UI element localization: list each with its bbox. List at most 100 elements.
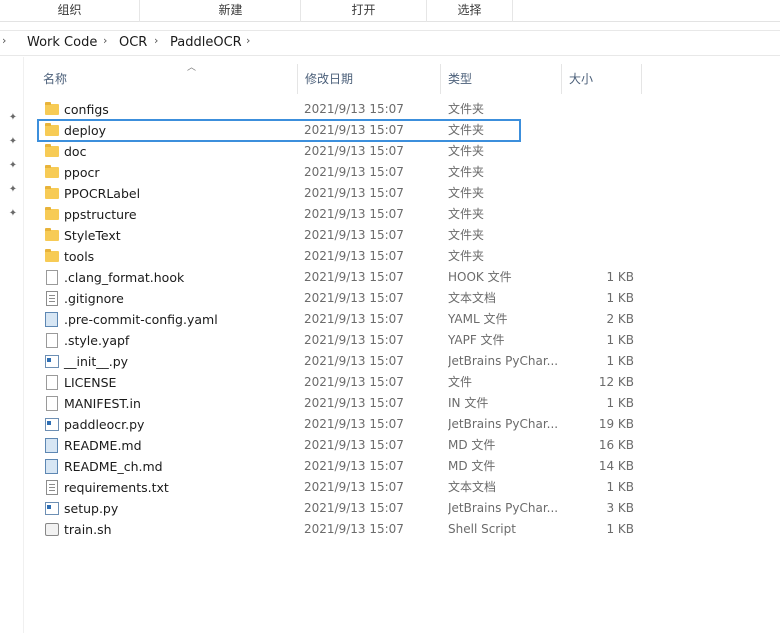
file-name: LICENSE: [64, 375, 117, 390]
file-name: StyleText: [64, 228, 121, 243]
file-size: 12 KB: [598, 375, 634, 389]
file-row[interactable]: setup.py 2021/9/13 15:07 JetBrains PyChar.…: [38, 498, 634, 519]
file-row[interactable]: train.sh 2021/9/13 15:07 Shell Script 1 KB: [38, 519, 634, 540]
file-type: 文件夹: [448, 165, 485, 179]
breadcrumb-item-work-code[interactable]: Work Code: [27, 35, 97, 50]
column-header-size[interactable]: 大小: [562, 64, 642, 94]
column-header-name[interactable]: 名称: [36, 64, 298, 94]
pin-icon[interactable]: ✦: [7, 136, 19, 148]
file-row[interactable]: requirements.txt 2021/9/13 15:07 文本文档 1 KB: [38, 477, 634, 498]
column-headers: ︿ 名称 修改日期 类型 大小: [25, 63, 780, 94]
file-modified-date: 2021/9/13 15:07: [304, 480, 404, 494]
file-row[interactable]: paddleocr.py 2021/9/13 15:07 JetBrains PyC…: [38, 414, 634, 435]
folder-icon: [45, 249, 59, 262]
folder-icon: [44, 144, 60, 159]
file-row[interactable]: LICENSE 2021/9/13 15:07 文件 12 KB: [38, 372, 634, 393]
yaml-file-icon: [45, 312, 58, 327]
file-row[interactable]: __init__.py 2021/9/13 15:07 JetBrains PyCh…: [38, 351, 634, 372]
file-row[interactable]: configs 2021/9/13 15:07 文件夹: [38, 99, 520, 120]
file-size: [558, 162, 634, 183]
file-size: 16 KB: [598, 438, 634, 452]
file-name: ppstructure: [64, 207, 137, 222]
file-modified-date: 2021/9/13 15:07: [304, 333, 404, 347]
file-name: ppocr: [64, 165, 100, 180]
breadcrumb[interactable]: › Work Code › OCR › PaddleOCR ›: [0, 30, 780, 56]
file-row[interactable]: doc 2021/9/13 15:07 文件夹: [38, 141, 520, 162]
file-row[interactable]: .clang_format.hook 2021/9/13 15:07 HOOK 文件…: [38, 267, 634, 288]
file-row[interactable]: ppocr 2021/9/13 15:07 文件夹: [38, 162, 520, 183]
file-row[interactable]: ppstructure 2021/9/13 15:07 文件夹: [38, 204, 520, 225]
file-type: 文件夹: [448, 207, 485, 221]
file-type: 文件夹: [448, 186, 485, 200]
file-icon: [44, 375, 60, 390]
file-row[interactable]: .pre-commit-config.yaml 2021/9/13 15:07 YA…: [38, 309, 634, 330]
pin-icon[interactable]: ✦: [7, 160, 19, 172]
file-modified-date: 2021/9/13 15:07: [304, 270, 404, 284]
file-type: YAPF 文件: [448, 333, 505, 347]
chevron-right-icon[interactable]: ›: [246, 34, 250, 47]
file-name: requirements.txt: [64, 480, 169, 495]
file-row[interactable]: MANIFEST.in 2021/9/13 15:07 IN 文件 1 KB: [38, 393, 634, 414]
file-type: 文件夹: [448, 102, 485, 116]
file-size: 1 KB: [606, 333, 634, 347]
file-row[interactable]: .style.yapf 2021/9/13 15:07 YAPF 文件 1 KB: [38, 330, 634, 351]
ribbon-group-organize[interactable]: 组织: [0, 0, 140, 22]
file-modified-date: 2021/9/13 15:07: [304, 207, 404, 221]
file-name: README.md: [64, 438, 142, 453]
pin-icon[interactable]: ✦: [7, 184, 19, 196]
folder-icon: [44, 165, 60, 180]
file-modified-date: 2021/9/13 15:07: [304, 354, 404, 368]
file-row[interactable]: PPOCRLabel 2021/9/13 15:07 文件夹: [38, 183, 520, 204]
python-file-icon: [44, 417, 60, 432]
chevron-right-icon[interactable]: ›: [103, 34, 107, 47]
chevron-right-icon[interactable]: ›: [2, 34, 6, 47]
python-file-icon: [44, 354, 60, 369]
file-row[interactable]: StyleText 2021/9/13 15:07 文件夹: [38, 225, 520, 246]
file-modified-date: 2021/9/13 15:07: [304, 249, 404, 263]
file-icon: [46, 333, 58, 348]
folder-icon: [44, 123, 60, 138]
ribbon-group-new[interactable]: 新建: [161, 0, 301, 22]
file-modified-date: 2021/9/13 15:07: [304, 165, 404, 179]
file-type: 文件夹: [448, 144, 485, 158]
column-header-type[interactable]: 类型: [441, 64, 562, 94]
file-type: MD 文件: [448, 438, 496, 452]
text-file-icon: [44, 291, 60, 306]
file-row[interactable]: README_ch.md 2021/9/13 15:07 MD 文件 14 KB: [38, 456, 634, 477]
file-type: JetBrains PyChar...: [448, 417, 558, 431]
file-name: .pre-commit-config.yaml: [64, 312, 218, 327]
file-size: 1 KB: [606, 522, 634, 536]
file-type: 文件: [448, 375, 473, 389]
text-file-icon: [46, 291, 58, 306]
markdown-file-icon: [44, 459, 60, 474]
folder-icon: [44, 249, 60, 264]
file-name: configs: [64, 102, 109, 117]
file-size: [558, 120, 634, 141]
pin-icon[interactable]: ✦: [7, 208, 19, 220]
file-size: 1 KB: [606, 480, 634, 494]
navigation-pane[interactable]: ✦ ✦ ✦ ✦ ✦: [0, 57, 24, 633]
pin-icon[interactable]: ✦: [7, 112, 19, 124]
file-type: 文本文档: [448, 291, 497, 305]
file-row[interactable]: .gitignore 2021/9/13 15:07 文本文档 1 KB: [38, 288, 634, 309]
file-name: .clang_format.hook: [64, 270, 185, 285]
file-size: 2 KB: [606, 312, 634, 326]
file-modified-date: 2021/9/13 15:07: [304, 312, 404, 326]
chevron-right-icon[interactable]: ›: [154, 34, 158, 47]
file-icon: [46, 270, 58, 285]
ribbon-group-select[interactable]: 选择: [427, 0, 513, 22]
python-file-icon: [45, 418, 59, 431]
file-row[interactable]: tools 2021/9/13 15:07 文件夹: [38, 246, 520, 267]
folder-icon: [45, 228, 59, 241]
file-row[interactable]: README.md 2021/9/13 15:07 MD 文件 16 KB: [38, 435, 634, 456]
breadcrumb-item-ocr[interactable]: OCR: [119, 35, 147, 50]
file-row[interactable]: deploy 2021/9/13 15:07 文件夹: [37, 119, 521, 142]
column-header-date[interactable]: 修改日期: [298, 64, 441, 94]
file-type: 文件夹: [448, 228, 485, 242]
ribbon: 组织 新建 打开 选择: [0, 0, 780, 22]
file-modified-date: 2021/9/13 15:07: [304, 102, 404, 116]
file-size: [558, 225, 634, 246]
ribbon-group-open[interactable]: 打开: [301, 0, 427, 22]
breadcrumb-item-paddleocr[interactable]: PaddleOCR: [170, 35, 242, 50]
file-modified-date: 2021/9/13 15:07: [304, 375, 404, 389]
